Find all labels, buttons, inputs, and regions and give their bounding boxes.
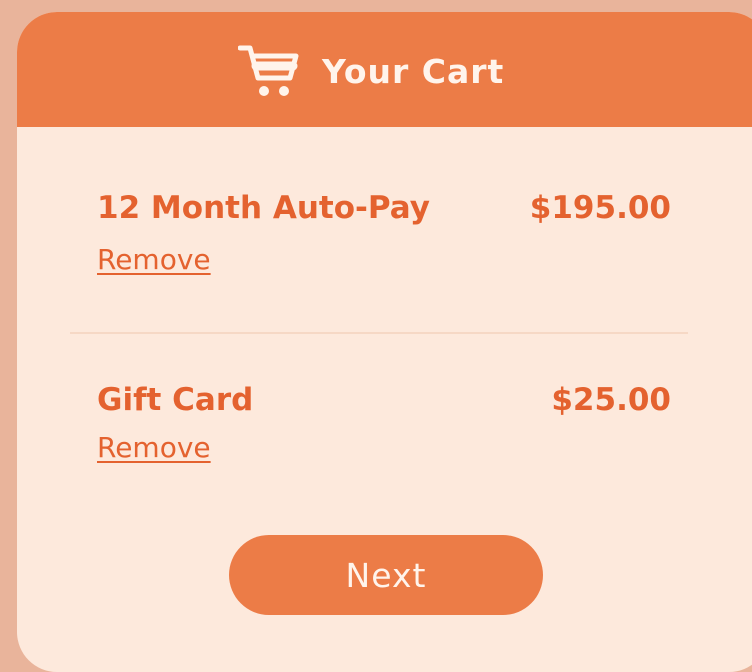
page-title: Your Cart	[322, 51, 505, 91]
cart-header-content: Your Cart	[238, 42, 504, 100]
remove-item-link[interactable]: Remove	[97, 243, 211, 276]
cart-item: Gift Card $25.00 Remove	[97, 382, 671, 472]
cart-card: Your Cart 12 Month Auto-Pay $195.00 Remo…	[17, 12, 752, 672]
cart-item-price: $195.00	[529, 190, 671, 226]
cart-item-price: $25.00	[551, 382, 671, 418]
cart-header: Your Cart	[17, 12, 752, 127]
cart-item-name: 12 Month Auto-Pay	[97, 190, 430, 226]
cart-item-name: Gift Card	[97, 382, 254, 418]
next-button[interactable]: Next	[229, 535, 543, 615]
cart-item: 12 Month Auto-Pay $195.00 Remove	[97, 190, 671, 280]
remove-item-link[interactable]: Remove	[97, 431, 211, 464]
shopping-cart-icon	[238, 45, 299, 96]
divider	[70, 332, 688, 334]
